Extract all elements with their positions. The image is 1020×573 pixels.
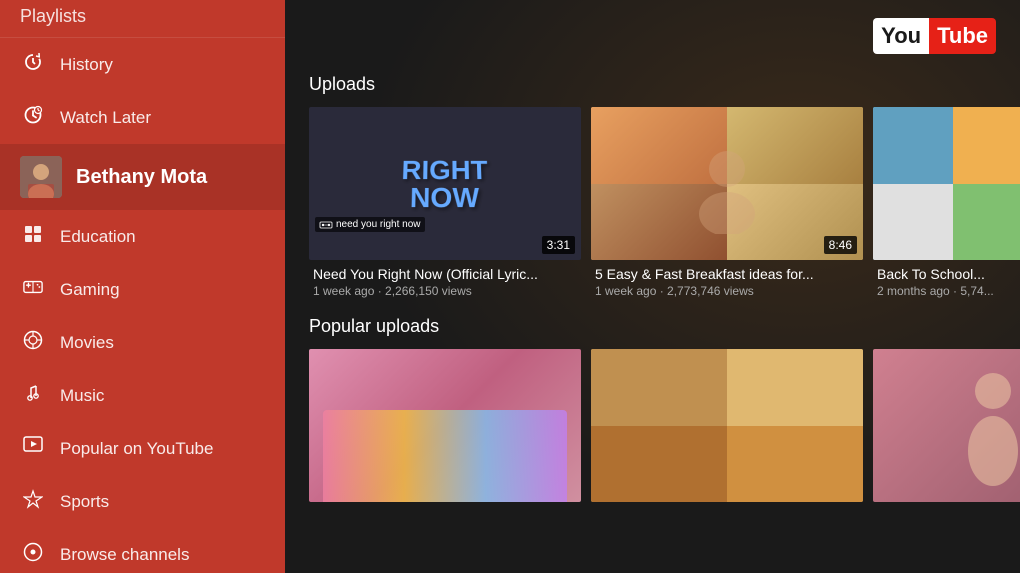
sidebar-item-movies-label: Movies: [60, 333, 114, 353]
video-thumb-3: [873, 107, 1020, 260]
video-duration-2: 8:46: [824, 236, 857, 254]
history-icon: [20, 52, 46, 77]
video-info-3: Back To School... 2 months ago · 5,74...: [873, 260, 1020, 298]
sidebar-item-sports[interactable]: Sports: [0, 475, 285, 528]
popular-video-thumb-3: [873, 349, 1020, 502]
sports-icon: [20, 489, 46, 514]
video-subtitle-label: need you right now: [336, 219, 421, 230]
popular-uploads-section: Popular uploads: [309, 316, 996, 502]
video-duration-1: 3:31: [542, 236, 575, 254]
sidebar: Playlists History Watch Later: [0, 0, 285, 573]
uploads-video-grid: RIGHTNOW need you right now: [309, 107, 996, 298]
main-content-area: You Tube Uploads RIGHTNOW: [285, 0, 1020, 573]
sidebar-item-bethany-mota[interactable]: Bethany Mota: [0, 144, 285, 210]
sidebar-item-music[interactable]: Music: [0, 369, 285, 422]
video-info-1: Need You Right Now (Official Lyric... 1 …: [309, 260, 581, 298]
sidebar-item-browse-channels[interactable]: Browse channels: [0, 528, 285, 573]
sidebar-item-gaming[interactable]: Gaming: [0, 263, 285, 316]
watch-later-icon: [20, 105, 46, 130]
sidebar-item-playlists-partial[interactable]: Playlists: [0, 0, 285, 38]
video-card-1[interactable]: RIGHTNOW need you right now: [309, 107, 581, 298]
sidebar-item-movies[interactable]: Movies: [0, 316, 285, 369]
browse-channels-icon: [20, 542, 46, 567]
popular-uploads-section-title: Popular uploads: [309, 316, 996, 337]
sidebar-item-history-label: History: [60, 55, 113, 75]
uploads-section: Uploads RIGHTNOW: [309, 74, 996, 298]
gaming-icon: [20, 277, 46, 302]
youtube-logo-tube: Tube: [929, 18, 996, 54]
popular-video-card-3[interactable]: [873, 349, 1020, 502]
uploads-section-title: Uploads: [309, 74, 996, 95]
video-meta-2: 1 week ago · 2,773,746 views: [595, 284, 859, 298]
video-info-2: 5 Easy & Fast Breakfast ideas for... 1 w…: [591, 260, 863, 298]
sidebar-item-history[interactable]: History: [0, 38, 285, 91]
video-title-2: 5 Easy & Fast Breakfast ideas for...: [595, 266, 859, 282]
video-thumb-2: 8:46: [591, 107, 863, 260]
sidebar-item-browse-channels-label: Browse channels: [60, 545, 189, 565]
sidebar-item-education-label: Education: [60, 227, 136, 247]
video-thumb-1: RIGHTNOW need you right now: [309, 107, 581, 260]
sidebar-item-music-label: Music: [60, 386, 104, 406]
avatar: [20, 156, 62, 198]
sidebar-item-popular-label: Popular on YouTube: [60, 439, 213, 459]
sidebar-item-popular[interactable]: Popular on YouTube: [0, 422, 285, 475]
video-meta-1: 1 week ago · 2,266,150 views: [313, 284, 577, 298]
popular-video-thumb-1: [309, 349, 581, 502]
movies-icon: [20, 330, 46, 355]
sidebar-channel-name: Bethany Mota: [76, 166, 207, 189]
video-title-3: Back To School...: [877, 266, 1020, 282]
sidebar-item-watch-later[interactable]: Watch Later: [0, 91, 285, 144]
youtube-logo-you: You: [873, 18, 929, 54]
popular-icon: [20, 436, 46, 461]
sidebar-item-gaming-label: Gaming: [60, 280, 120, 300]
video-title-1: Need You Right Now (Official Lyric...: [313, 266, 577, 282]
popular-video-thumb-2: [591, 349, 863, 502]
main-scrollable: Uploads RIGHTNOW: [285, 0, 1020, 573]
video-meta-3: 2 months ago · 5,74...: [877, 284, 1020, 298]
video-card-3[interactable]: Back To School... 2 months ago · 5,74...: [873, 107, 1020, 298]
music-icon: [20, 383, 46, 408]
popular-video-card-1[interactable]: [309, 349, 581, 502]
popular-video-card-2[interactable]: [591, 349, 863, 502]
sidebar-item-watch-later-label: Watch Later: [60, 108, 151, 128]
video-card-2[interactable]: 8:46 5 Easy & Fast Breakfast ideas for..…: [591, 107, 863, 298]
sections-wrapper: Uploads RIGHTNOW: [309, 20, 996, 502]
youtube-logo: You Tube: [873, 18, 996, 54]
popular-uploads-video-grid: [309, 349, 996, 502]
education-icon: [20, 224, 46, 249]
sidebar-item-education[interactable]: Education: [0, 210, 285, 263]
sidebar-item-sports-label: Sports: [60, 492, 109, 512]
video-progress-bar: need you right now: [315, 217, 425, 232]
